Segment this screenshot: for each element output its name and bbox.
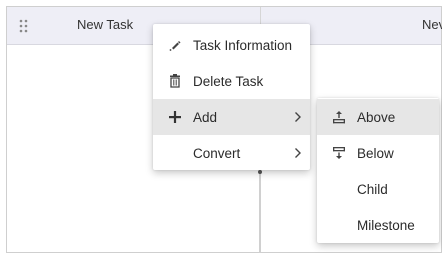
gantt-view: New Task Nev Task Information Delete Tas… [0,0,442,253]
insert-below-icon [331,145,347,161]
menu-item-add[interactable]: Add [153,99,310,135]
menu-item-delete-task[interactable]: Delete Task [153,63,310,99]
menu-item-convert[interactable]: Convert [153,135,310,171]
menu-item-label: Task Information [193,37,293,53]
submenu-item-milestone[interactable]: Milestone [317,207,439,243]
menu-item-label: Add [193,109,218,125]
submenu-item-label: Child [357,181,388,197]
add-submenu: Above Below Child Milestone [317,98,439,243]
context-menu: Task Information Delete Task Add Convert [153,24,310,170]
menu-item-task-information[interactable]: Task Information [153,27,310,63]
submenu-item-child[interactable]: Child [317,171,439,207]
submenu-item-label: Above [357,109,396,125]
submenu-item-above[interactable]: Above [317,99,439,135]
chevron-right-icon [294,147,304,159]
insert-above-icon [331,109,347,125]
menu-item-label: Convert [193,145,241,161]
submenu-item-label: Below [357,145,394,161]
dependency-connector [259,172,261,253]
submenu-item-label: Milestone [357,217,415,233]
pen-icon [167,37,183,53]
plus-icon [167,109,183,125]
drag-handle-icon[interactable] [19,19,29,33]
menu-item-label: Delete Task [193,73,264,89]
task-name-cell[interactable]: New Task [77,17,133,32]
submenu-item-below[interactable]: Below [317,135,439,171]
second-column-cell[interactable]: Nev [422,17,442,32]
trash-icon [167,73,183,89]
chevron-right-icon [294,111,304,123]
